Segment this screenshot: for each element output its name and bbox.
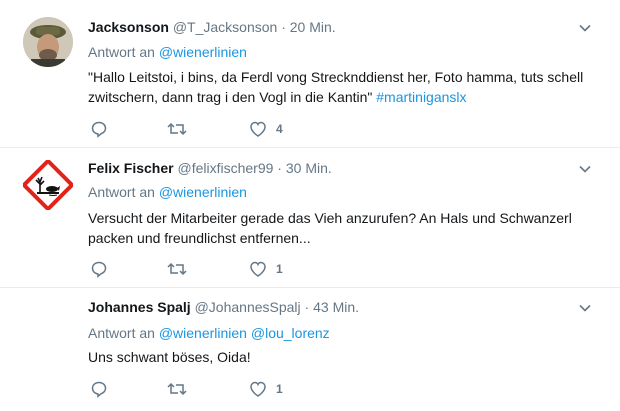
mention-link[interactable]: @lou_lorenz — [251, 325, 330, 341]
reply-button[interactable] — [90, 259, 116, 279]
like-button[interactable]: 1 — [248, 379, 283, 399]
display-name[interactable]: Jacksonson — [88, 19, 169, 35]
tweet-text: Uns schwant böses, Oida! — [88, 347, 588, 367]
reply-context: Antwort an @wienerlinien @lou_lorenz — [88, 324, 330, 342]
reply-icon — [91, 381, 107, 398]
display-name[interactable]: Felix Fischer — [88, 160, 174, 176]
tweet-body: Uns schwant böses, Oida! — [88, 349, 251, 365]
retweet-icon — [167, 382, 187, 396]
like-button[interactable]: 1 — [248, 259, 283, 279]
user-handle[interactable]: @felixfischer99 — [177, 160, 273, 176]
mention-link[interactable]: @wienerlinien — [159, 44, 247, 60]
chevron-down-icon[interactable] — [578, 21, 592, 35]
hashtag-link[interactable]: #martiniganslx — [376, 89, 466, 105]
reply-button[interactable] — [90, 119, 116, 139]
reply-icon — [91, 121, 107, 138]
timestamp[interactable]: 43 Min. — [313, 299, 359, 315]
tweet-text: "Hallo Leitstoi, i bins, da Ferdl vong S… — [88, 67, 588, 107]
heart-icon — [250, 261, 266, 277]
reply-prefix: Antwort an — [88, 184, 155, 200]
tweet-text: Versucht der Mitarbeiter gerade das Vieh… — [88, 208, 588, 248]
mention-link[interactable]: @wienerlinien — [159, 325, 247, 341]
avatar[interactable] — [23, 17, 73, 67]
reply-context: Antwort an @wienerlinien — [88, 183, 247, 201]
heart-icon — [250, 381, 266, 397]
like-button[interactable]: 4 — [248, 119, 283, 139]
heart-icon — [250, 121, 266, 137]
environmental-hazard-icon — [21, 158, 75, 212]
timestamp[interactable]: 30 Min. — [286, 160, 332, 176]
retweet-button[interactable] — [166, 379, 196, 399]
timestamp[interactable]: 20 Min. — [290, 19, 336, 35]
reply-prefix: Antwort an — [88, 325, 155, 341]
reply-context: Antwort an @wienerlinien — [88, 43, 247, 61]
mention-link[interactable]: @wienerlinien — [159, 184, 247, 200]
reply-prefix: Antwort an — [88, 44, 155, 60]
separator: · — [281, 19, 286, 35]
like-count: 1 — [276, 382, 283, 396]
chevron-down-icon[interactable] — [578, 162, 592, 176]
tweet-item[interactable]: Felix Fischer @felixfischer99 · 30 Min. … — [0, 148, 620, 288]
display-name[interactable]: Johannes Spalj — [88, 299, 191, 315]
retweet-icon — [167, 122, 187, 136]
tweet-item[interactable]: Johannes Spalj @JohannesSpalj · 43 Min. … — [0, 288, 620, 411]
user-handle[interactable]: @T_Jacksonson — [173, 19, 277, 35]
tweet-item[interactable]: Jacksonson @T_Jacksonson · 20 Min. Antwo… — [0, 0, 620, 148]
reply-icon — [91, 261, 107, 278]
separator: · — [277, 160, 282, 176]
like-count: 1 — [276, 262, 283, 276]
retweet-icon — [167, 262, 187, 276]
chevron-down-icon[interactable] — [578, 301, 592, 315]
separator: · — [304, 299, 310, 315]
tweet-body: Versucht der Mitarbeiter gerade das Vieh… — [88, 210, 572, 246]
retweet-button[interactable] — [166, 259, 196, 279]
tweet-body: "Hallo Leitstoi, i bins, da Ferdl vong S… — [88, 69, 584, 105]
reply-button[interactable] — [90, 379, 116, 399]
retweet-button[interactable] — [166, 119, 196, 139]
user-handle[interactable]: @JohannesSpalj — [195, 299, 301, 315]
like-count: 4 — [276, 122, 283, 136]
avatar[interactable] — [21, 158, 75, 212]
